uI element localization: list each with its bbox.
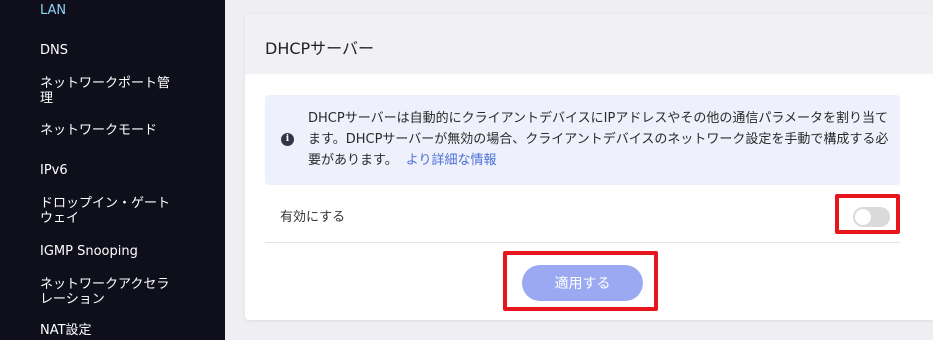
- dhcp-server-panel: DHCPサーバー i DHCPサーバーは自動的にクライアントデバイスにIPアドレ…: [245, 14, 933, 320]
- more-info-link[interactable]: より詳細な情報: [406, 153, 497, 168]
- sidebar-item-igmp-snooping[interactable]: IGMP Snooping: [40, 244, 190, 259]
- info-icon: i: [281, 133, 294, 146]
- apply-highlight: 適用する: [503, 251, 658, 311]
- sidebar-item-drop-in-gateway[interactable]: ドロップイン・ゲートウェイ: [40, 196, 175, 226]
- enable-toggle[interactable]: [853, 207, 890, 227]
- sidebar-item-network-port[interactable]: ネットワークポート管理: [40, 76, 175, 106]
- sidebar-item-network-acceleration[interactable]: ネットワークアクセラレーション: [40, 277, 175, 307]
- info-description: DHCPサーバーは自動的にクライアントデバイスにIPアドレスやその他の通信パラメ…: [308, 111, 889, 168]
- sidebar-item-nat[interactable]: NAT設定: [40, 323, 190, 338]
- toggle-highlight: [835, 194, 900, 234]
- sidebar: LAN DNS ネットワークポート管理 ネットワークモード IPv6 ドロップイ…: [0, 0, 225, 340]
- enable-label: 有効にする: [280, 210, 346, 225]
- sidebar-item-dns[interactable]: DNS: [40, 43, 190, 58]
- divider: [265, 242, 900, 243]
- info-box: i DHCPサーバーは自動的にクライアントデバイスにIPアドレスやその他の通信パ…: [265, 95, 900, 185]
- panel-title: DHCPサーバー: [265, 39, 375, 58]
- toggle-knob: [855, 209, 871, 225]
- sidebar-item-lan[interactable]: LAN: [40, 3, 190, 18]
- panel-header: DHCPサーバー: [245, 14, 933, 74]
- sidebar-item-network-mode[interactable]: ネットワークモード: [40, 123, 190, 138]
- apply-button[interactable]: 適用する: [522, 265, 643, 301]
- info-text: DHCPサーバーは自動的にクライアントデバイスにIPアドレスやその他の通信パラメ…: [308, 108, 898, 171]
- sidebar-item-ipv6[interactable]: IPv6: [40, 163, 190, 178]
